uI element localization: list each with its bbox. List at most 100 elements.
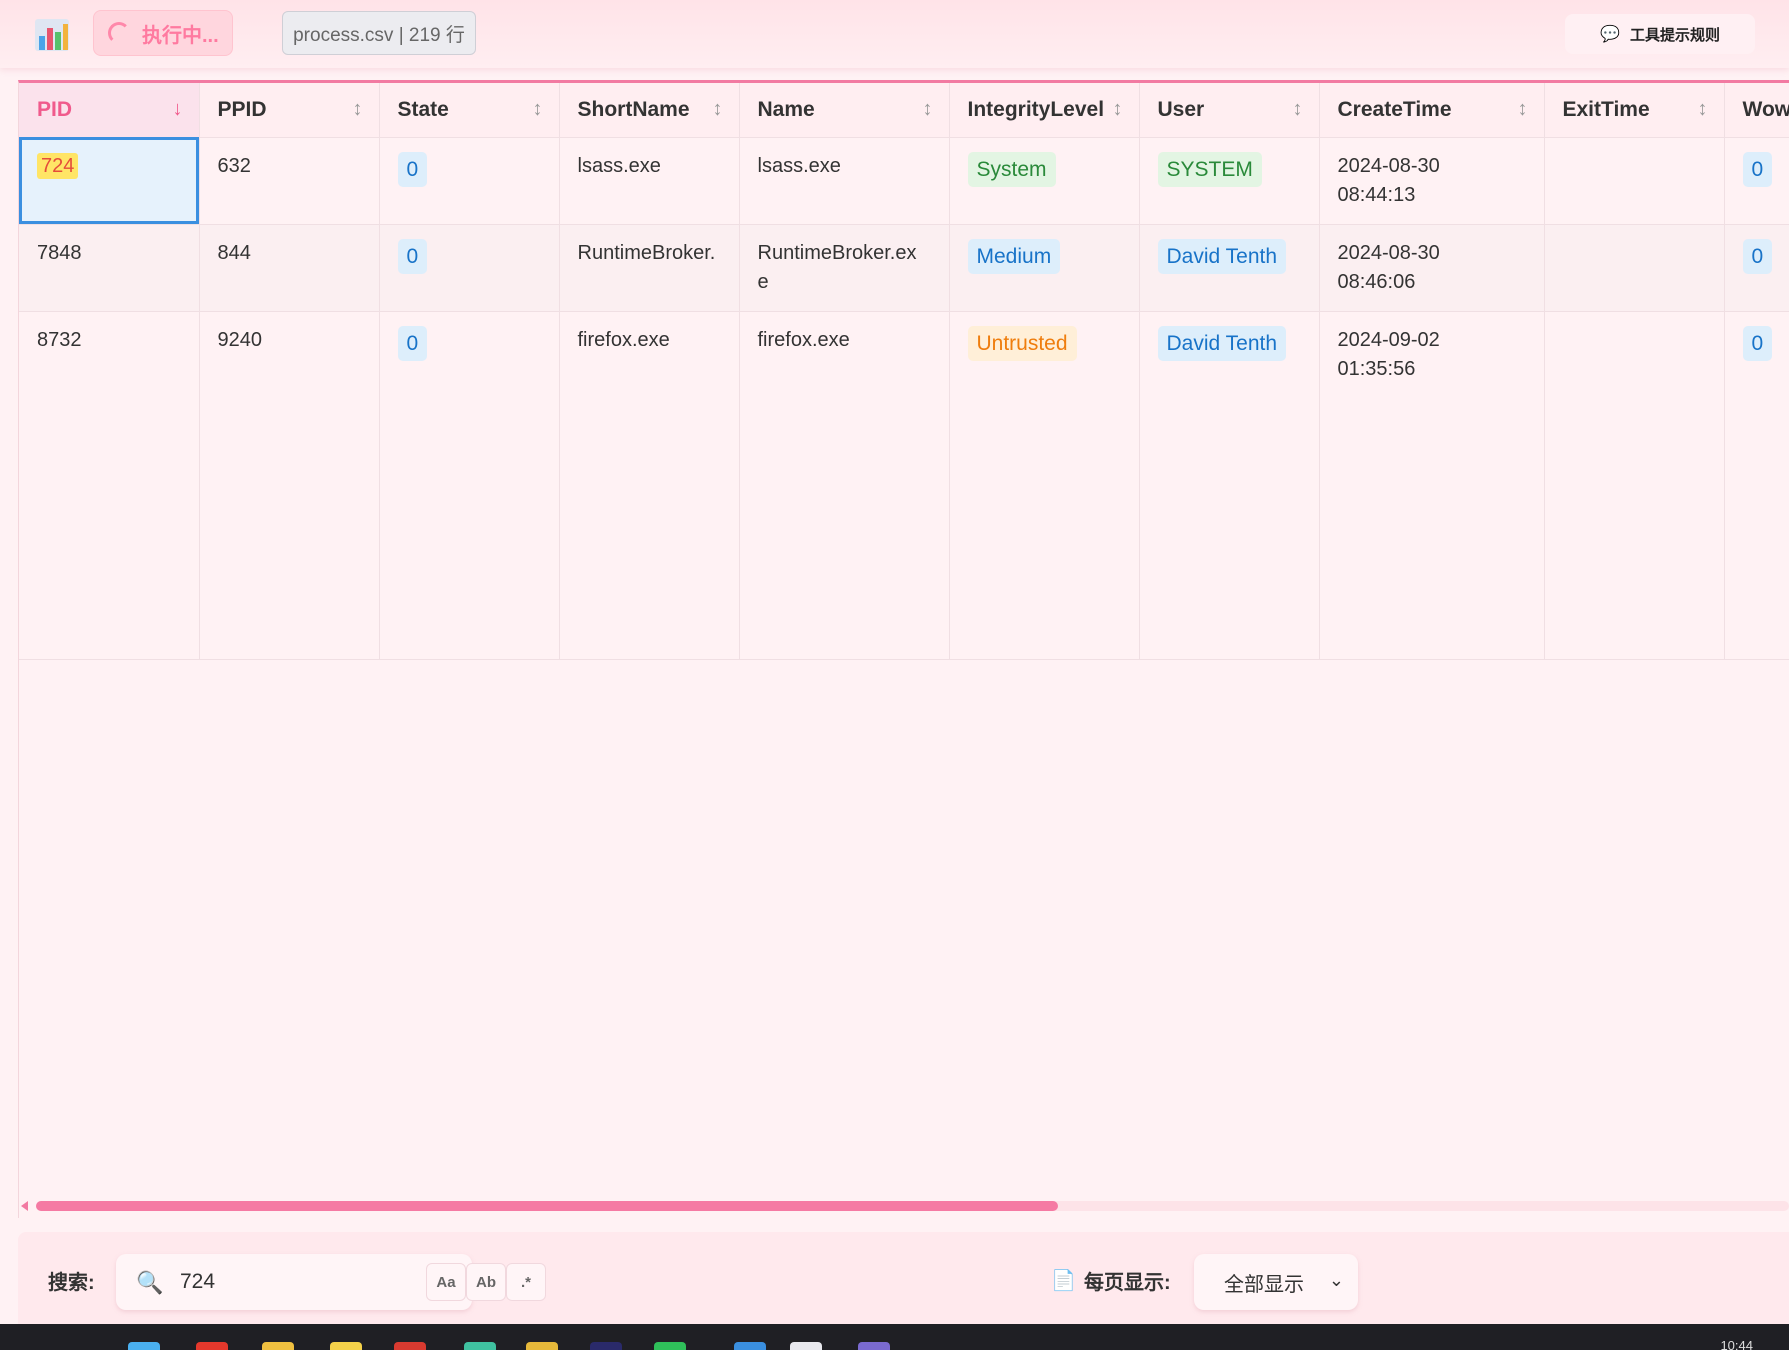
cell-shortname[interactable]: RuntimeBroker. [559, 224, 740, 312]
scroll-left-icon[interactable] [21, 1201, 28, 1211]
cell-ppid[interactable]: 632 [199, 137, 380, 225]
cell-integrity[interactable]: System [949, 137, 1140, 225]
cell-createtime[interactable]: 2024-09-02 01:35:56 [1319, 311, 1545, 660]
column-header-createtime[interactable]: CreateTime ↕ [1319, 83, 1545, 138]
wow-badge: 0 [1742, 325, 1773, 361]
app-icon[interactable] [464, 1342, 496, 1350]
app-icon[interactable] [394, 1342, 426, 1350]
cell-user[interactable]: SYSTEM [1139, 137, 1320, 225]
per-page-select[interactable]: 全部显示 ⌄ [1194, 1254, 1358, 1310]
create-time: 08:44:13 [1337, 183, 1416, 206]
search-input[interactable] [180, 1264, 450, 1300]
table-row[interactable]: 724 632 0 lsass.exe lsass.exe System SYS… [19, 137, 1789, 225]
app-icon[interactable] [790, 1342, 822, 1350]
browser-icon[interactable] [526, 1342, 558, 1350]
state-badge: 0 [397, 325, 428, 361]
running-status-label: 执行中... [142, 24, 219, 47]
match-case-button[interactable]: Aa [426, 1263, 466, 1301]
app-icon[interactable] [196, 1342, 228, 1350]
cell-user[interactable]: David Tenth [1139, 311, 1320, 660]
cell-createtime[interactable]: 2024-08-30 08:46:06 [1319, 224, 1545, 312]
tooltip-rules-label: 工具提示规则 [1629, 26, 1720, 44]
cell-name[interactable]: RuntimeBroker.ex e [739, 224, 950, 312]
column-header-exittime[interactable]: ExitTime ↕ [1544, 83, 1725, 138]
column-header-name[interactable]: Name ↕ [739, 83, 950, 138]
app-icon[interactable] [858, 1342, 890, 1350]
sort-icon[interactable]: ↕ [533, 98, 543, 121]
column-header-state[interactable]: State ↕ [379, 83, 560, 138]
user-badge: David Tenth [1157, 325, 1287, 361]
app-icon[interactable] [734, 1342, 766, 1350]
column-header-wow[interactable]: Wow [1724, 83, 1789, 138]
cell-exittime[interactable] [1544, 137, 1725, 225]
cell-pid[interactable]: 8732 [19, 311, 200, 660]
column-header-label: State [397, 97, 449, 121]
column-header-pid[interactable]: PID ↓ [19, 83, 200, 138]
state-badge: 0 [397, 238, 428, 274]
name-line: RuntimeBroker.ex [757, 241, 917, 264]
cell-pid[interactable]: 724 [19, 137, 200, 225]
cell-state[interactable]: 0 [379, 311, 560, 660]
table-row[interactable]: 7848 844 0 RuntimeBroker. RuntimeBroker.… [19, 224, 1789, 312]
cell-integrity[interactable]: Medium [949, 224, 1140, 312]
cell-user[interactable]: David Tenth [1139, 224, 1320, 312]
column-header-ppid[interactable]: PPID ↕ [199, 83, 380, 138]
horizontal-scrollbar[interactable] [18, 1198, 1789, 1216]
app-icon[interactable] [654, 1342, 686, 1350]
folder-icon[interactable] [262, 1342, 294, 1350]
sort-icon[interactable]: ↕ [1113, 98, 1123, 121]
match-word-button[interactable]: Ab [466, 1263, 506, 1301]
start-icon[interactable] [128, 1342, 160, 1350]
state-badge: 0 [397, 151, 428, 187]
cell-shortname[interactable]: firefox.exe [559, 311, 740, 660]
cell-wow[interactable]: 0 [1724, 224, 1789, 312]
app-icon[interactable] [590, 1342, 622, 1350]
column-header-label: Name [757, 97, 815, 121]
bar-chart-icon[interactable] [34, 16, 70, 52]
sort-icon[interactable]: ↕ [1698, 98, 1708, 121]
taskbar-clock[interactable]: 10:44 [1720, 1338, 1753, 1350]
sort-icon[interactable]: ↕ [713, 98, 723, 121]
regex-button[interactable]: .* [506, 1263, 546, 1301]
cell-ppid[interactable]: 9240 [199, 311, 380, 660]
sort-icon[interactable]: ↕ [1293, 98, 1303, 121]
user-badge: David Tenth [1157, 238, 1287, 274]
tooltip-rules-button[interactable]: 💬 工具提示规则 [1565, 14, 1755, 54]
create-date: 2024-09-02 [1337, 328, 1440, 351]
integrity-badge: Medium [967, 238, 1061, 274]
sort-desc-icon[interactable]: ↓ [173, 98, 183, 121]
cell-wow[interactable]: 0 [1724, 311, 1789, 660]
column-header-integritylevel[interactable]: IntegrityLevel ↕ [949, 83, 1140, 138]
cell-name[interactable]: lsass.exe [739, 137, 950, 225]
create-time: 01:35:56 [1337, 357, 1416, 380]
cell-exittime[interactable] [1544, 311, 1725, 660]
column-header-shortname[interactable]: ShortName ↕ [559, 83, 740, 138]
column-header-user[interactable]: User ↕ [1139, 83, 1320, 138]
app-icon[interactable] [330, 1342, 362, 1350]
running-status-button[interactable]: 执行中... [93, 10, 233, 56]
table-row[interactable]: 8732 9240 0 firefox.exe firefox.exe Untr… [19, 311, 1789, 660]
cell-shortname[interactable]: lsass.exe [559, 137, 740, 225]
chevron-down-icon: ⌄ [1328, 1270, 1344, 1290]
create-date: 2024-08-30 [1337, 154, 1440, 177]
cell-exittime[interactable] [1544, 224, 1725, 312]
search-box[interactable]: 🔍 [116, 1254, 472, 1310]
sort-icon[interactable]: ↕ [1518, 98, 1528, 121]
cell-integrity[interactable]: Untrusted [949, 311, 1140, 660]
cell-state[interactable]: 0 [379, 137, 560, 225]
cell-state[interactable]: 0 [379, 224, 560, 312]
sort-icon[interactable]: ↕ [353, 98, 363, 121]
sort-icon[interactable]: ↕ [923, 98, 933, 121]
cell-createtime[interactable]: 2024-08-30 08:44:13 [1319, 137, 1545, 225]
cell-wow[interactable]: 0 [1724, 137, 1789, 225]
column-header-label: User [1157, 97, 1205, 121]
top-toolbar: 执行中... process.csv | 219 行 💬 工具提示规则 [0, 0, 1789, 68]
file-info-badge: process.csv | 219 行 [282, 11, 476, 55]
wow-badge: 0 [1742, 238, 1773, 274]
data-table-panel: PID ↓ PPID ↕ State ↕ ShortName ↕ Name ↕ … [18, 80, 1789, 1218]
cell-ppid[interactable]: 844 [199, 224, 380, 312]
scrollbar-thumb[interactable] [36, 1201, 1058, 1211]
cell-pid[interactable]: 7848 [19, 224, 200, 312]
cell-name[interactable]: firefox.exe [739, 311, 950, 660]
file-info-text: process.csv | 219 行 [293, 24, 465, 46]
